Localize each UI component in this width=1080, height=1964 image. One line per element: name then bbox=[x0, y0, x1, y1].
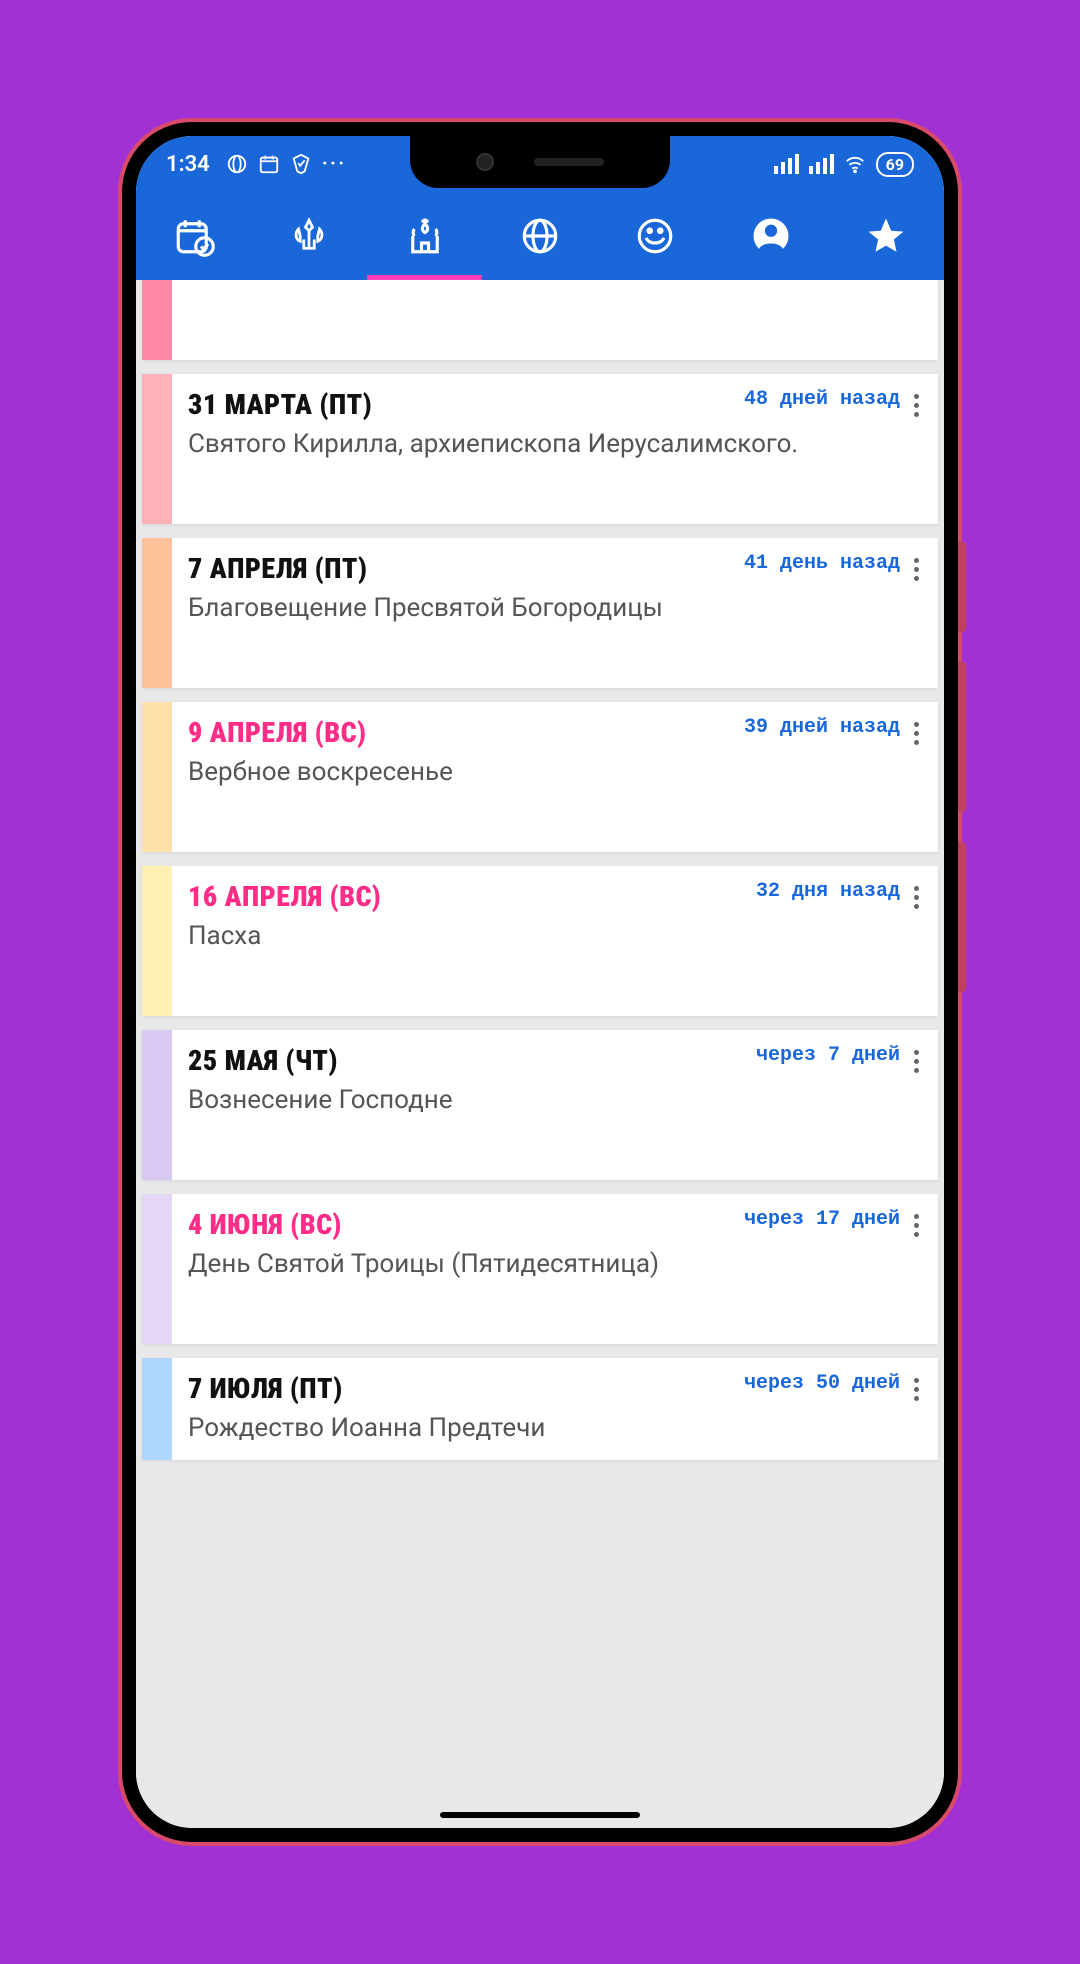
event-relative-date: через 50 дней bbox=[744, 1372, 900, 1395]
event-card[interactable] bbox=[142, 280, 938, 360]
nav-handle[interactable] bbox=[440, 1812, 640, 1818]
event-relative-date: 48 дней назад bbox=[744, 388, 900, 411]
event-color-bar bbox=[142, 1358, 172, 1460]
tab-star[interactable] bbox=[829, 192, 944, 280]
event-card[interactable]: 25 МАЯ (ЧТ) через 7 дней Вознесение Господ… bbox=[142, 1030, 938, 1180]
tab-globe[interactable] bbox=[482, 192, 597, 280]
event-description: Святого Кирилла, архиепископа Иерусалимс… bbox=[188, 427, 900, 462]
event-color-bar bbox=[142, 1194, 172, 1344]
screen: 1:34 ··· bbox=[136, 136, 944, 1828]
more-options-icon[interactable] bbox=[904, 886, 928, 1002]
event-color-bar bbox=[142, 1030, 172, 1180]
event-description: Вознесение Господне bbox=[188, 1083, 900, 1118]
event-card-body: 16 АПРЕЛЯ (ВС) 32 дня назад Пасха bbox=[172, 866, 938, 1016]
event-description: День Святой Троицы (Пятидесятница) bbox=[188, 1247, 900, 1282]
event-date: 31 МАРТА (ПТ) bbox=[188, 388, 372, 421]
event-card[interactable]: 7 ИЮЛЯ (ПТ) через 50 дней Рождество Иоанна… bbox=[142, 1358, 938, 1460]
tab-bar bbox=[136, 192, 944, 280]
event-card[interactable]: 31 МАРТА (ПТ) 48 дней назад Святого Кирилл… bbox=[142, 374, 938, 524]
event-color-bar bbox=[142, 702, 172, 852]
more-options-icon[interactable] bbox=[904, 558, 928, 674]
more-status-icon: ··· bbox=[322, 152, 347, 177]
event-date: 4 ИЮНЯ (ВС) bbox=[188, 1208, 342, 1241]
event-card[interactable]: 9 АПРЕЛЯ (ВС) 39 дней назад Вербное воскре… bbox=[142, 702, 938, 852]
event-description: Рождество Иоанна Предтечи bbox=[188, 1411, 900, 1446]
calendar-status-icon bbox=[258, 153, 280, 175]
event-card[interactable]: 4 ИЮНЯ (ВС) через 17 дней День Святой Трои… bbox=[142, 1194, 938, 1344]
tab-smile[interactable] bbox=[598, 192, 713, 280]
signal-bars-icon bbox=[774, 154, 799, 174]
more-options-icon[interactable] bbox=[904, 1214, 928, 1330]
phone-frame: 1:34 ··· bbox=[122, 122, 958, 1842]
event-card-body: 7 АПРЕЛЯ (ПТ) 41 день назад Благовещение П… bbox=[172, 538, 938, 688]
event-card-body: 7 ИЮЛЯ (ПТ) через 50 дней Рождество Иоанна… bbox=[172, 1358, 938, 1460]
more-options-icon[interactable] bbox=[904, 1378, 928, 1446]
event-card-body: 25 МАЯ (ЧТ) через 7 дней Вознесение Господ… bbox=[172, 1030, 938, 1180]
event-description: Вербное воскресенье bbox=[188, 755, 900, 790]
wifi-icon bbox=[844, 153, 866, 175]
more-options-icon[interactable] bbox=[904, 1050, 928, 1166]
tab-indicator bbox=[367, 275, 482, 280]
notch bbox=[410, 136, 670, 188]
side-button bbox=[958, 542, 966, 632]
event-card-body: 9 АПРЕЛЯ (ВС) 39 дней назад Вербное воскре… bbox=[172, 702, 938, 852]
event-color-bar bbox=[142, 866, 172, 1016]
battery-indicator: 69 bbox=[876, 152, 914, 177]
event-card-body: 4 ИЮНЯ (ВС) через 17 дней День Святой Трои… bbox=[172, 1194, 938, 1344]
event-date: 7 АПРЕЛЯ (ПТ) bbox=[188, 552, 367, 585]
event-color-bar bbox=[142, 538, 172, 688]
side-button bbox=[958, 842, 966, 992]
event-description: Пасха bbox=[188, 919, 900, 954]
event-relative-date: через 17 дней bbox=[744, 1208, 900, 1231]
tab-emblem[interactable] bbox=[251, 192, 366, 280]
tab-church[interactable] bbox=[367, 192, 482, 280]
event-list[interactable]: 31 МАРТА (ПТ) 48 дней назад Святого Кирилл… bbox=[136, 280, 944, 1828]
event-date: 7 ИЮЛЯ (ПТ) bbox=[188, 1372, 343, 1405]
side-button bbox=[958, 662, 966, 812]
event-color-bar bbox=[142, 280, 172, 360]
more-options-icon[interactable] bbox=[904, 722, 928, 838]
event-relative-date: 32 дня назад bbox=[756, 880, 900, 903]
tab-calendar[interactable] bbox=[136, 192, 251, 280]
event-card-body: 31 МАРТА (ПТ) 48 дней назад Святого Кирилл… bbox=[172, 374, 938, 524]
event-card[interactable]: 7 АПРЕЛЯ (ПТ) 41 день назад Благовещение П… bbox=[142, 538, 938, 688]
event-relative-date: 41 день назад bbox=[744, 552, 900, 575]
event-relative-date: через 7 дней bbox=[756, 1044, 900, 1067]
event-date: 9 АПРЕЛЯ (ВС) bbox=[188, 716, 366, 749]
more-options-icon[interactable] bbox=[904, 394, 928, 510]
event-card[interactable]: 16 АПРЕЛЯ (ВС) 32 дня назад Пасха bbox=[142, 866, 938, 1016]
signal-bars-icon-2 bbox=[809, 154, 834, 174]
status-time: 1:34 bbox=[166, 152, 210, 177]
event-relative-date: 39 дней назад bbox=[744, 716, 900, 739]
event-date: 25 МАЯ (ЧТ) bbox=[188, 1044, 338, 1077]
opera-icon bbox=[226, 153, 248, 175]
event-description: Благовещение Пресвятой Богородицы bbox=[188, 591, 900, 626]
event-color-bar bbox=[142, 374, 172, 524]
event-date: 16 АПРЕЛЯ (ВС) bbox=[188, 880, 381, 913]
shield-status-icon bbox=[290, 153, 312, 175]
tab-person[interactable] bbox=[713, 192, 828, 280]
